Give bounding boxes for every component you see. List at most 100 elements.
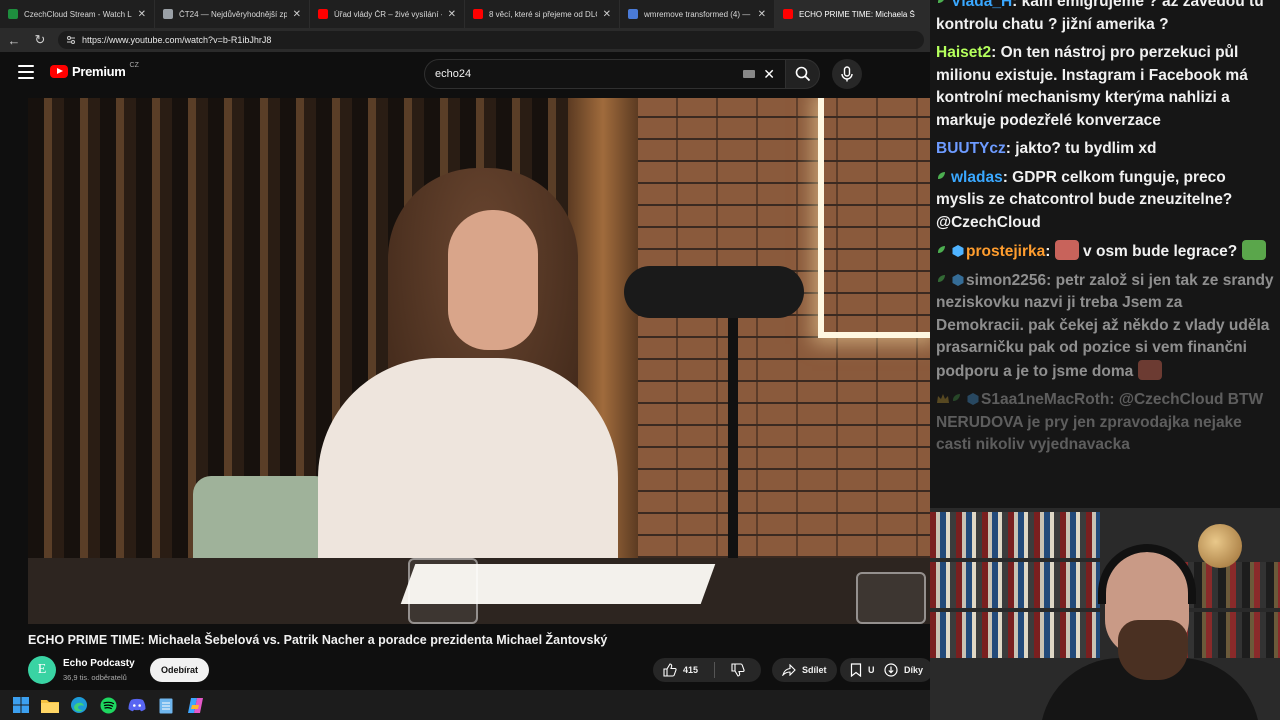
thanks-label: Díky xyxy=(904,665,924,675)
tab-favicon-icon xyxy=(8,9,18,19)
like-dislike-group: 415 xyxy=(653,658,761,682)
chat-text: v osm bude legrace? xyxy=(1083,243,1238,260)
tab-title: 8 věcí, které si přejeme od DLC pr xyxy=(489,9,597,19)
browser-tab[interactable]: CzechCloud Stream - Watch Live o ✕ xyxy=(0,0,155,28)
youtube-header: Premium CZ echo24 ✕ xyxy=(0,52,930,96)
voice-search-button[interactable] xyxy=(832,59,862,89)
video-player[interactable] xyxy=(28,98,930,624)
tab-favicon-icon xyxy=(318,9,328,19)
search-input[interactable]: echo24 ✕ xyxy=(424,59,786,89)
chat-message: Haiset2: On ten nástroj pro perzekuci pů… xyxy=(936,44,1248,129)
share-icon xyxy=(782,664,796,676)
chat-message: simon2256: petr založ si jen tak ze sran… xyxy=(936,271,1274,380)
keyboard-icon[interactable] xyxy=(743,70,756,78)
chat-message: wladas: GDPR celkom funguje, preco mysli… xyxy=(936,168,1233,231)
notepad-icon[interactable] xyxy=(157,696,175,714)
channel-avatar[interactable]: E xyxy=(28,656,56,684)
like-button[interactable]: 415 xyxy=(653,658,708,682)
share-button[interactable]: Sdílet xyxy=(772,658,837,682)
tab-favicon-icon xyxy=(628,9,638,19)
browser-tab[interactable]: ČT24 — Nejdůvěryhodnější zpravo ✕ xyxy=(155,0,310,28)
chat-message: prostejirka: v osm bude legrace? xyxy=(936,240,1274,264)
studio-microphone xyxy=(624,266,804,318)
chat-username[interactable]: Haiset2 xyxy=(936,44,991,61)
face-emote-icon xyxy=(1137,359,1162,380)
subscriber-badge-icon xyxy=(951,391,965,405)
youtube-play-icon xyxy=(50,65,68,78)
youtube-logo[interactable]: Premium CZ xyxy=(50,62,139,79)
windows-start-icon[interactable] xyxy=(12,696,30,714)
tab-title: CzechCloud Stream - Watch Live o xyxy=(24,9,132,19)
chat-username[interactable]: Vlada_H xyxy=(951,0,1012,10)
cube-badge-icon xyxy=(951,243,965,257)
windows-taskbar xyxy=(0,690,930,720)
tab-close-icon[interactable]: ✕ xyxy=(758,9,766,20)
browser-tab[interactable]: Úřad vlády ČR – živé vysílání - You ✕ xyxy=(310,0,465,28)
file-explorer-icon[interactable] xyxy=(41,696,59,714)
chat-username[interactable]: wladas xyxy=(951,169,1003,186)
chat-username[interactable]: BUUTYcz xyxy=(936,140,1006,157)
cube-badge-icon xyxy=(966,391,980,405)
chat-message: S1aa1neMacRoth: @CzechCloud BTW NERUDOVA… xyxy=(936,391,1264,453)
live-chat-panel: Vlada_H: kam emigrujeme ? až zavedou tu … xyxy=(930,0,1280,508)
site-info-icon[interactable] xyxy=(66,35,76,45)
subscriber-badge-icon xyxy=(936,272,950,286)
thanks-button[interactable]: Díky xyxy=(874,658,934,682)
address-bar: ← ↻ https://www.youtube.com/watch?v=b-R1… xyxy=(0,28,930,52)
thumbs-up-icon xyxy=(663,663,677,677)
tab-favicon-icon xyxy=(163,9,173,19)
menu-icon[interactable] xyxy=(18,65,34,79)
channel-row: E Echo Podcasty 36,9 tis. odběratelů Ode… xyxy=(28,656,934,686)
search-button[interactable] xyxy=(786,59,820,89)
search-icon xyxy=(795,66,810,82)
subscriber-badge-icon xyxy=(936,0,950,7)
browser-tab[interactable]: 8 věcí, které si přejeme od DLC pr ✕ xyxy=(465,0,620,28)
tab-favicon-icon xyxy=(783,9,793,19)
clear-search-icon[interactable]: ✕ xyxy=(763,66,775,83)
subscribe-button[interactable]: Odebírat xyxy=(150,658,210,682)
tab-title: ECHO PRIME TIME: Michaela Š xyxy=(799,9,915,19)
chat-text: jakto? tu bydlim xd xyxy=(1015,140,1157,157)
tab-favicon-icon xyxy=(473,9,483,19)
channel-name[interactable]: Echo Podcasty xyxy=(63,658,135,669)
cube-badge-icon xyxy=(951,272,965,286)
chat-username[interactable]: simon2256 xyxy=(966,272,1046,289)
tab-title: ČT24 — Nejdůvěryhodnější zpravo xyxy=(179,9,287,19)
share-label: Sdílet xyxy=(802,665,827,675)
discord-icon[interactable] xyxy=(128,696,146,714)
thumbs-down-icon xyxy=(731,663,745,677)
browser-tab[interactable]: wmremove transformed (4) — Pol ✕ xyxy=(620,0,775,28)
copilot-icon[interactable] xyxy=(186,696,204,714)
dislike-button[interactable] xyxy=(721,658,755,682)
reload-icon[interactable]: ↻ xyxy=(32,32,48,48)
chat-message: Vlada_H: kam emigrujeme ? až zavedou tu … xyxy=(936,0,1274,36)
edge-browser-icon[interactable] xyxy=(70,696,88,714)
chat-username[interactable]: S1aa1neMacRoth xyxy=(981,391,1109,408)
subscriber-count: 36,9 tis. odběratelů xyxy=(63,673,127,682)
url-field[interactable]: https://www.youtube.com/watch?v=b-R1ibJh… xyxy=(58,31,924,49)
tab-title: wmremove transformed (4) — Pol xyxy=(644,9,752,19)
lips-emote-icon xyxy=(1054,240,1079,260)
spotify-icon[interactable] xyxy=(99,696,117,714)
tab-close-icon[interactable]: ✕ xyxy=(603,9,611,20)
crown-badge-icon xyxy=(936,391,950,405)
streamer-webcam xyxy=(930,508,1280,720)
tab-close-icon[interactable]: ✕ xyxy=(138,9,146,20)
chat-username[interactable]: prostejirka xyxy=(966,243,1045,260)
browser-tab-active[interactable]: ECHO PRIME TIME: Michaela Š xyxy=(775,0,930,28)
url-text: https://www.youtube.com/watch?v=b-R1ibJh… xyxy=(82,35,272,45)
subscriber-badge-icon xyxy=(936,243,950,257)
tab-close-icon[interactable]: ✕ xyxy=(293,9,301,20)
frog-emote-icon xyxy=(1241,240,1266,260)
tab-close-icon[interactable]: ✕ xyxy=(448,9,456,20)
back-arrow-icon[interactable]: ← xyxy=(6,32,22,48)
logo-text: Premium xyxy=(72,64,126,79)
subscriber-badge-icon xyxy=(936,169,950,183)
search-value: echo24 xyxy=(435,68,472,80)
thanks-icon xyxy=(884,663,898,677)
country-code: CZ xyxy=(129,62,139,69)
browser-tab-bar: CzechCloud Stream - Watch Live o ✕ ČT24 … xyxy=(0,0,930,28)
tab-title: Úřad vlády ČR – živé vysílání - You xyxy=(334,9,442,19)
chat-message: BUUTYcz: jakto? tu bydlim xd xyxy=(936,140,1157,157)
like-count: 415 xyxy=(683,665,699,675)
